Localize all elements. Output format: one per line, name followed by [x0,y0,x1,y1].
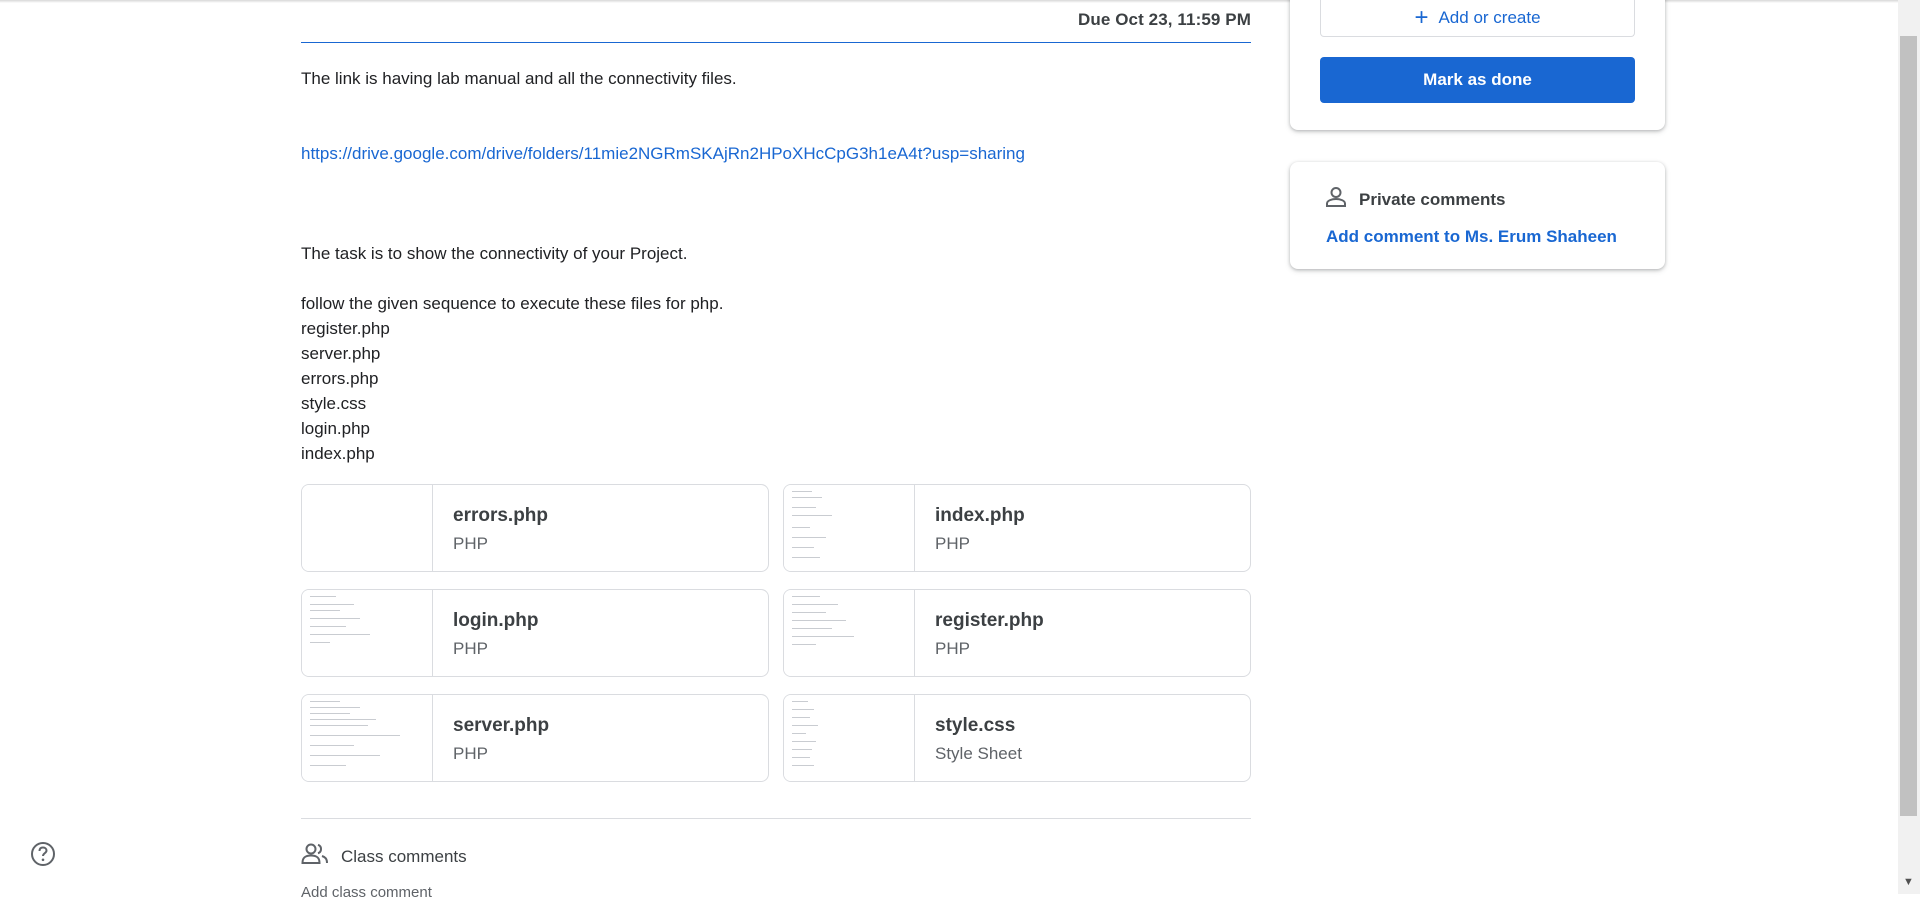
attachment-card[interactable]: index.php PHP [783,484,1251,572]
your-work-card: + Add or create Mark as done [1290,0,1665,130]
person-icon [1325,186,1347,213]
add-or-create-button[interactable]: + Add or create [1320,0,1635,37]
help-icon[interactable] [30,841,56,867]
sequence-item: server.php [301,344,381,363]
class-comments-label: Class comments [341,846,467,866]
sequence-item: style.css [301,394,367,413]
sequence-item: register.php [301,319,390,338]
attachment-type: PHP [453,744,488,763]
attachment-type: PHP [935,639,970,658]
mark-as-done-button[interactable]: Mark as done [1320,57,1635,103]
add-or-create-label: Add or create [1438,8,1541,27]
attachment-card[interactable]: register.php PHP [783,589,1251,677]
attachment-name: style.css [935,715,1016,736]
class-comments-header: Class comments [301,842,467,871]
assignment-description: The link is having lab manual and all th… [301,66,1251,466]
sequence-item: login.php [301,419,371,438]
scrollbar[interactable]: ▼ [1898,0,1920,894]
sequence-item: errors.php [301,369,379,388]
file-thumbnail [302,695,433,781]
attachment-name: errors.php [453,505,549,526]
description-task: The task is to show the connectivity of … [301,244,688,263]
description-sequence-intro: follow the given sequence to execute the… [301,294,724,313]
class-comments-divider [301,818,1251,819]
description-intro: The link is having lab manual and all th… [301,69,737,88]
file-thumbnail [784,590,915,676]
file-thumbnail [302,485,433,571]
private-comments-header: Private comments [1325,186,1505,213]
header-divider [301,42,1251,43]
scrollbar-thumb[interactable] [1900,36,1917,816]
attachment-card[interactable]: server.php PHP [301,694,769,782]
attachment-card[interactable]: style.css Style Sheet [783,694,1251,782]
file-thumbnail [302,590,433,676]
attachment-card[interactable]: errors.php PHP [301,484,769,572]
attachment-card[interactable]: login.php PHP [301,589,769,677]
attachment-type: PHP [453,534,488,553]
file-thumbnail [784,485,915,571]
sequence-item: index.php [301,444,375,463]
attachment-name: login.php [453,610,539,631]
attachment-name: server.php [453,715,550,736]
private-comments-title: Private comments [1359,189,1506,209]
people-icon [301,842,329,871]
attachment-type: PHP [935,534,970,553]
attachment-type: Style Sheet [935,744,1022,763]
attachment-type: PHP [453,639,488,658]
drive-folder-link[interactable]: https://drive.google.com/drive/folders/1… [301,144,1025,163]
plus-icon: + [1414,4,1429,31]
scroll-down-arrow-icon[interactable]: ▼ [1903,876,1914,888]
attachment-name: index.php [935,505,1025,526]
add-private-comment-link[interactable]: Add comment to Ms. Erum Shaheen [1326,227,1617,247]
file-thumbnail [784,695,915,781]
add-class-comment-link[interactable]: Add class comment [301,884,432,901]
attachment-name: register.php [935,610,1044,631]
private-comments-card: Private comments Add comment to Ms. Erum… [1290,162,1665,269]
due-date: Due Oct 23, 11:59 PM [1077,10,1251,29]
